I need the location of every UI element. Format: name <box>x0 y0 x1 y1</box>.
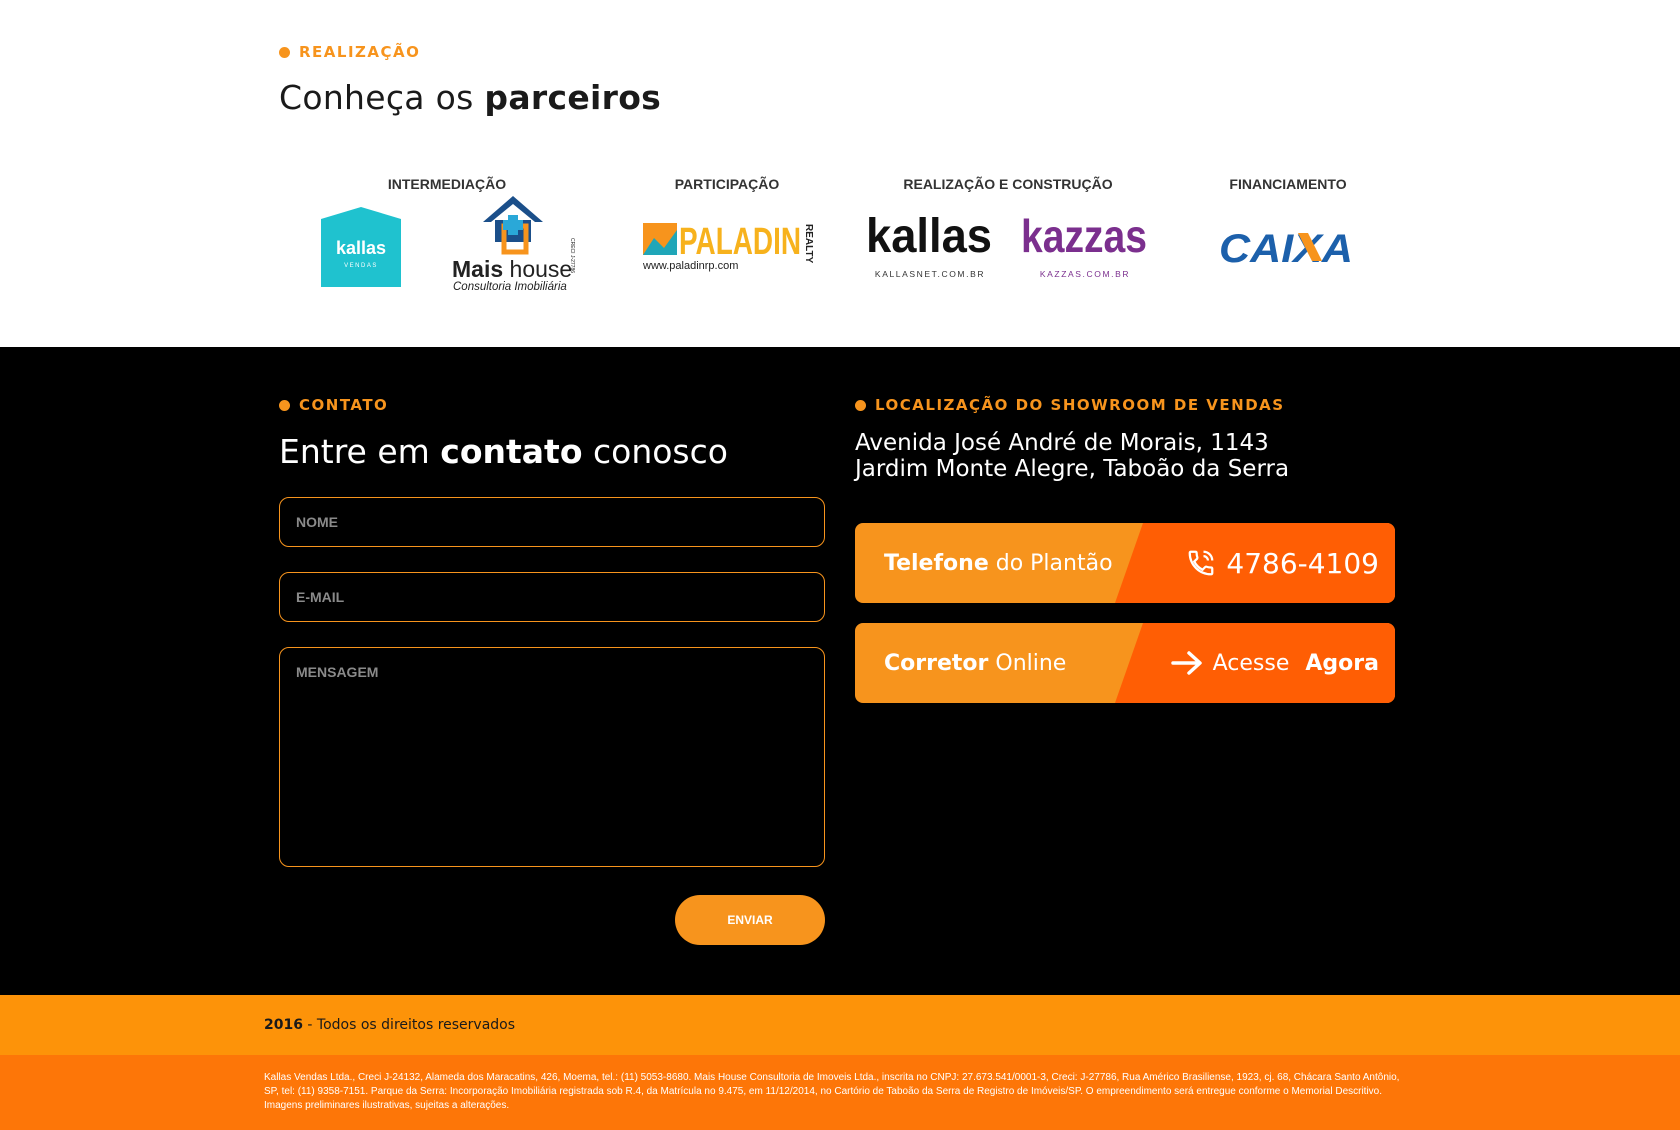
message-field[interactable] <box>279 647 825 867</box>
email-field[interactable] <box>279 572 825 622</box>
mais-house-logo[interactable]: Mais house Consultoria Imobiliária CRECI… <box>451 196 581 296</box>
svg-text:kazzas: kazzas <box>1021 212 1147 262</box>
kallas-vendas-logo[interactable]: kallas VENDAS <box>321 207 401 287</box>
category-construction: REALIZAÇÃO E CONSTRUÇÃO <box>903 176 1113 192</box>
showroom-address: Avenida José André de Morais, 1143 Jardi… <box>855 430 1290 482</box>
svg-text:KALLASNET.COM.BR: KALLASNET.COM.BR <box>875 269 985 279</box>
kallas-logo[interactable]: kallas KALLASNET.COM.BR <box>866 212 996 284</box>
partners-heading: Conheça os parceiros <box>279 78 662 117</box>
location-eyebrow: LOCALIZAÇÃO DO SHOWROOM DE VENDAS <box>855 396 1285 414</box>
name-field[interactable] <box>279 497 825 547</box>
contact-heading: Entre em contato conosco <box>279 432 728 471</box>
bullet-dot-icon <box>855 399 866 411</box>
legal-text: Kallas Vendas Ltda., Creci J-24132, Alam… <box>264 1072 1400 1111</box>
svg-text:kallas: kallas <box>866 212 992 263</box>
category-intermediation: INTERMEDIAÇÃO <box>387 176 507 192</box>
phone-icon <box>1188 550 1214 576</box>
partners-section: REALIZAÇÃO Conheça os parceiros INTERMED… <box>0 0 1680 347</box>
category-participation: PARTICIPAÇÃO <box>674 176 780 192</box>
contact-eyebrow: CONTATO <box>279 396 388 414</box>
caixa-logo[interactable]: CAIXA <box>1218 226 1358 266</box>
svg-text:Mais house: Mais house <box>452 256 572 282</box>
svg-text:Consultoria Imobiliária: Consultoria Imobiliária <box>453 281 567 293</box>
paladin-logo[interactable]: PALADIN REALTY www.paladinrp.com <box>642 220 816 276</box>
footer-legal: Kallas Vendas Ltda., Creci J-24132, Alam… <box>0 1055 1680 1130</box>
svg-text:CRECI J-27786: CRECI J-27786 <box>569 238 575 273</box>
svg-text:REALTY: REALTY <box>803 224 814 264</box>
category-financing: FINANCIAMENTO <box>1229 176 1347 192</box>
arrow-right-icon <box>1170 651 1202 675</box>
partners-eyebrow: REALIZAÇÃO <box>279 43 420 61</box>
kazzas-logo[interactable]: kazzas KAZZAS.COM.BR <box>1020 212 1150 284</box>
svg-text:VENDAS: VENDAS <box>344 263 378 269</box>
contact-section: CONTATO Entre em contato conosco ENVIAR … <box>0 347 1680 995</box>
svg-text:KAZZAS.COM.BR: KAZZAS.COM.BR <box>1040 269 1130 279</box>
svg-text:www.paladinrp.com: www.paladinrp.com <box>642 260 738 272</box>
svg-text:PALADIN: PALADIN <box>679 221 801 263</box>
svg-text:CAIXA: CAIXA <box>1219 227 1353 266</box>
bullet-dot-icon <box>279 46 290 58</box>
broker-online-cta[interactable]: Corretor Online Acesse Agora <box>855 623 1395 703</box>
svg-text:kallas: kallas <box>336 238 386 258</box>
phone-number: 4786-4109 <box>1226 546 1379 580</box>
bullet-dot-icon <box>279 399 290 411</box>
footer-copyright: 2016 - Todos os direitos reservados <box>0 995 1680 1055</box>
phone-cta[interactable]: Telefone do Plantão 4786-4109 <box>855 523 1395 603</box>
send-button[interactable]: ENVIAR <box>675 895 825 945</box>
